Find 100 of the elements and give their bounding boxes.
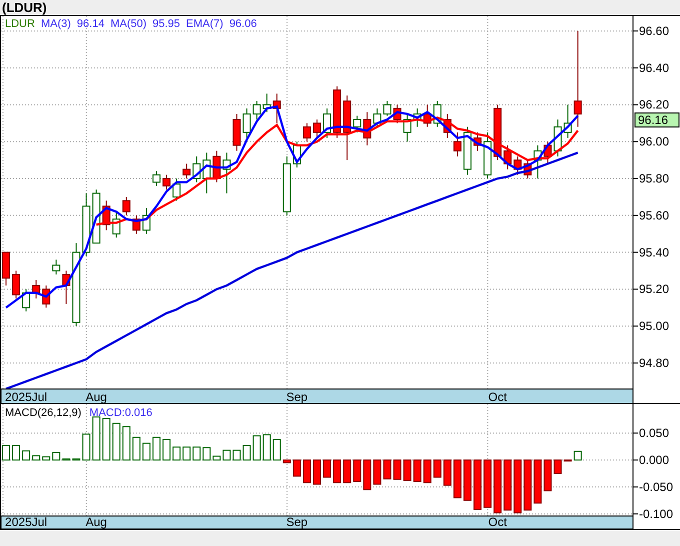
macd-bar: [92, 416, 100, 460]
candlestick: [302, 122, 311, 142]
axis-label: -0.100: [639, 506, 674, 521]
candlestick: [373, 108, 382, 128]
macd-bar: [574, 450, 582, 460]
indicator-label: MA(3): [40, 18, 71, 31]
macd-bar: [272, 439, 281, 460]
macd-bar: [42, 456, 50, 460]
indicator-label: MA(50): [110, 18, 146, 31]
axis-label: 96.20: [639, 98, 670, 112]
macd-bar: [302, 460, 311, 484]
macd-reading: MACD:0.016: [89, 407, 152, 420]
axis-label: 94.80: [639, 356, 670, 370]
candlestick: [474, 132, 482, 152]
axis-label: -0.050: [639, 480, 674, 494]
candlestick: [423, 104, 432, 128]
macd-bar: [514, 460, 522, 514]
macd-bar: [393, 460, 402, 480]
indicator-value: 96.06: [229, 18, 257, 31]
candlestick: [554, 119, 562, 157]
candlestick: [453, 132, 462, 157]
macd-bar: [82, 434, 90, 460]
macd-bar: [212, 456, 221, 460]
macd-bar: [192, 446, 201, 460]
macd-bar: [242, 444, 251, 460]
candlestick: [363, 112, 372, 146]
macd-bar: [122, 426, 130, 460]
candlestick: [403, 113, 412, 142]
macd-bar: [373, 460, 382, 485]
macd-bar: [413, 460, 422, 482]
axis-label: 2025Jul: [5, 390, 48, 404]
candlestick: [272, 93, 281, 124]
axis-label: Sep: [286, 515, 308, 529]
candlestick: [252, 100, 261, 120]
axis-label: 0.050: [639, 426, 670, 440]
candlestick: [112, 211, 120, 238]
symbol-label: LDUR: [5, 18, 35, 31]
candlestick: [353, 115, 362, 133]
axis-label: Aug: [86, 515, 107, 529]
candlestick: [222, 152, 231, 194]
candlestick: [242, 108, 251, 138]
macd-bar: [262, 434, 271, 460]
macd-bar: [132, 436, 140, 460]
candlestick: [383, 100, 392, 116]
macd-bar: [182, 446, 191, 460]
macd-bar: [52, 452, 60, 460]
candlestick: [413, 108, 422, 128]
macd-bar: [72, 458, 80, 460]
macd-bar: [162, 439, 171, 460]
axis-label: 96.00: [639, 134, 670, 149]
candlestick: [333, 86, 342, 138]
candlestick: [202, 152, 211, 194]
macd-bar: [252, 435, 261, 460]
macd-bar: [313, 460, 321, 485]
candlestick: [62, 270, 70, 304]
indicator-value: 96.14: [76, 18, 104, 31]
macd-bar: [353, 460, 362, 482]
axis-label: 95.20: [639, 282, 670, 296]
macd-bar: [474, 460, 482, 510]
indicator-value: 95.95: [152, 18, 180, 31]
candlestick: [172, 178, 181, 202]
candlestick: [22, 288, 30, 312]
candlestick: [524, 160, 532, 180]
candlestick: [132, 214, 140, 234]
macd-bar: [554, 460, 562, 474]
chart-title: (LDUR): [1, 0, 48, 15]
candlestick: [52, 259, 60, 275]
candlestick: [544, 141, 552, 164]
macd-bar: [282, 460, 291, 464]
macd-bar: [383, 460, 392, 480]
axis-label: 95.00: [639, 319, 670, 334]
candlestick: [343, 95, 352, 161]
axis-label: 0.000: [639, 453, 670, 467]
candlestick: [433, 100, 442, 128]
macd-bar: [433, 460, 442, 478]
axis-label: 95.80: [639, 172, 670, 186]
candlestick: [142, 208, 150, 234]
candlestick: [192, 156, 201, 183]
macd-bar: [453, 460, 462, 498]
candlestick: [162, 174, 171, 190]
candlestick: [484, 132, 492, 180]
candlestick: [32, 279, 40, 299]
candlestick: [262, 93, 271, 113]
macd-bar: [333, 460, 342, 484]
last-price-tag: 96.16: [634, 112, 680, 128]
axis-label: Oct: [488, 515, 507, 529]
macd-bar: [363, 460, 372, 490]
candlestick: [313, 119, 321, 138]
macd-bar: [292, 460, 301, 477]
candlestick: [182, 163, 191, 180]
axis-label: 96.60: [639, 24, 670, 38]
macd-bar: [112, 422, 120, 460]
candlestick: [42, 285, 50, 308]
macd-bar: [504, 460, 512, 511]
macd-bar: [494, 460, 502, 514]
candlestick: [12, 270, 20, 299]
candlestick: [534, 144, 542, 180]
candlestick: [514, 156, 522, 176]
macd-bar: [544, 460, 552, 492]
macd-bar: [32, 455, 40, 460]
